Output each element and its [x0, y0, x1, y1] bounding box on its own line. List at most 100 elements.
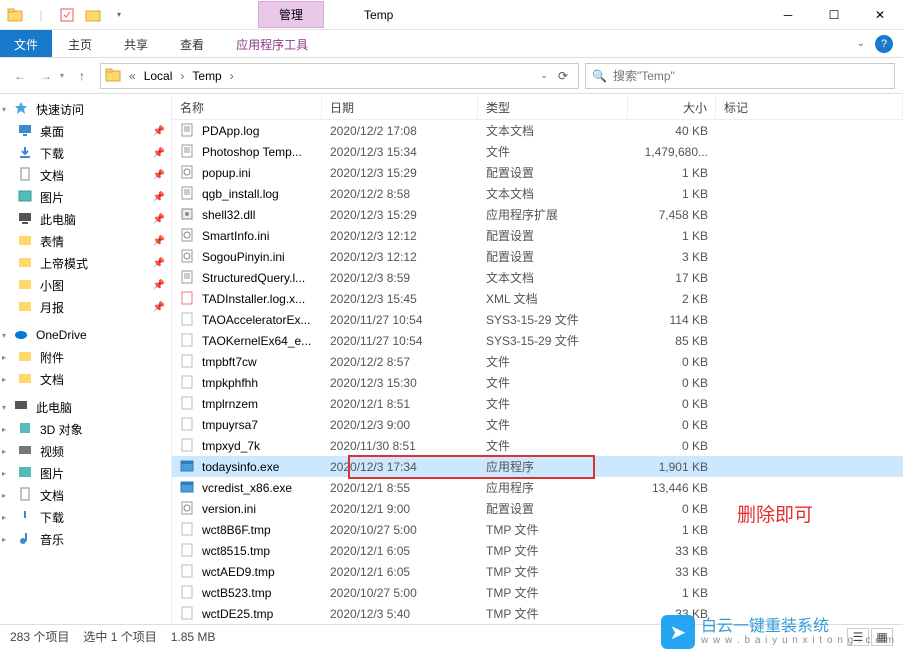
breadcrumb-sep[interactable]: «	[125, 69, 140, 83]
file-date: 2020/12/3 12:12	[322, 229, 478, 243]
col-date[interactable]: 日期	[322, 94, 478, 119]
sidebar-item-downloads[interactable]: 下载📌	[0, 142, 171, 164]
folder-icon	[18, 299, 34, 315]
view-details-button[interactable]: ☰	[847, 628, 869, 646]
table-row[interactable]: TAOKernelEx64_e...2020/11/27 10:54SYS3-1…	[172, 330, 903, 351]
new-folder-icon[interactable]	[84, 6, 102, 24]
col-tag[interactable]: 标记	[716, 94, 903, 119]
sidebar-item-documents[interactable]: 文档📌	[0, 164, 171, 186]
file-date: 2020/12/1 8:55	[322, 481, 478, 495]
file-date: 2020/12/1 6:05	[322, 565, 478, 579]
tab-file[interactable]: 文件	[0, 30, 52, 57]
breadcrumb-sep[interactable]: ›	[176, 69, 188, 83]
chevron-down-icon: ▾	[2, 331, 6, 340]
table-row[interactable]: tmpxyd_7k2020/11/30 8:51文件0 KB	[172, 435, 903, 456]
properties-icon[interactable]	[58, 6, 76, 24]
sidebar-item-biaoqing[interactable]: 表情📌	[0, 230, 171, 252]
table-row[interactable]: PDApp.log2020/12/2 17:08文本文档40 KB	[172, 120, 903, 141]
table-row[interactable]: StructuredQuery.l...2020/12/3 8:59文本文档17…	[172, 267, 903, 288]
sidebar-item-fujian[interactable]: ▸附件	[0, 346, 171, 368]
sidebar-item-music[interactable]: ▸音乐	[0, 528, 171, 550]
sidebar-item-downloads2[interactable]: ▸下载	[0, 506, 171, 528]
nav-back-button[interactable]: ←	[8, 64, 32, 88]
table-row[interactable]: tmpuyrsa72020/12/3 9:00文件0 KB	[172, 414, 903, 435]
sidebar-item-label: 此电脑	[40, 211, 76, 228]
sidebar-item-xiaotu[interactable]: 小图📌	[0, 274, 171, 296]
nav-up-button[interactable]: ↑	[70, 64, 94, 88]
file-size: 0 KB	[628, 502, 716, 516]
nav-history-dropdown[interactable]: ▾	[60, 71, 64, 80]
col-size[interactable]: 大小	[628, 94, 716, 119]
sidebar-item-3dobjects[interactable]: ▸3D 对象	[0, 418, 171, 440]
tab-app-tools[interactable]: 应用程序工具	[220, 30, 324, 57]
folder-icon	[18, 371, 34, 387]
sidebar-item-yuebao[interactable]: 月报📌	[0, 296, 171, 318]
file-size: 33 KB	[628, 607, 716, 621]
tab-share[interactable]: 共享	[108, 30, 164, 57]
breadcrumb-dropdown-icon[interactable]: ⌄	[540, 70, 548, 81]
close-button[interactable]: ✕	[857, 0, 903, 30]
table-row[interactable]: wct8515.tmp2020/12/1 6:05TMP 文件33 KB	[172, 540, 903, 561]
table-row[interactable]: wctDE25.tmp2020/12/3 5:40TMP 文件33 KB	[172, 603, 903, 624]
table-row[interactable]: popup.ini2020/12/3 15:29配置设置1 KB	[172, 162, 903, 183]
table-row[interactable]: SogouPinyin.ini2020/12/3 12:12配置设置3 KB	[172, 246, 903, 267]
file-size: 7,458 KB	[628, 208, 716, 222]
table-row[interactable]: todaysinfo.exe2020/12/3 17:34应用程序1,901 K…	[172, 456, 903, 477]
sidebar-item-thispc[interactable]: 此电脑📌	[0, 208, 171, 230]
sidebar-item-videos[interactable]: ▸视频	[0, 440, 171, 462]
sidebar-item-desktop[interactable]: 桌面📌	[0, 120, 171, 142]
table-row[interactable]: qgb_install.log2020/12/2 8:58文本文档1 KB	[172, 183, 903, 204]
breadcrumb-item[interactable]: Local	[142, 69, 175, 83]
tab-home[interactable]: 主页	[52, 30, 108, 57]
nav-forward-button[interactable]: →	[34, 64, 58, 88]
sidebar-item-documents2[interactable]: ▸文档	[0, 484, 171, 506]
sidebar-item-label: 图片	[40, 465, 64, 482]
tab-view[interactable]: 查看	[164, 30, 220, 57]
table-row[interactable]: SmartInfo.ini2020/12/3 12:12配置设置1 KB	[172, 225, 903, 246]
file-type: 文件	[478, 395, 628, 412]
refresh-icon[interactable]: ⟳	[552, 69, 574, 83]
sidebar-quick-access[interactable]: ▾ 快速访问	[0, 98, 171, 120]
file-type: 应用程序扩展	[478, 206, 628, 223]
table-row[interactable]: wctAED9.tmp2020/12/1 6:05TMP 文件33 KB	[172, 561, 903, 582]
maximize-button[interactable]: ☐	[811, 0, 857, 30]
file-size: 1 KB	[628, 523, 716, 537]
col-type[interactable]: 类型	[478, 94, 628, 119]
pin-icon: 📌	[153, 170, 165, 181]
file-name: tmpbft7cw	[202, 355, 257, 369]
table-row[interactable]: vcredist_x86.exe2020/12/1 8:55应用程序13,446…	[172, 477, 903, 498]
file-date: 2020/12/3 17:34	[322, 460, 478, 474]
minimize-button[interactable]: ─	[765, 0, 811, 30]
breadcrumb[interactable]: « Local › Temp › ⌄ ⟳	[100, 63, 579, 89]
breadcrumb-sep[interactable]: ›	[226, 69, 238, 83]
file-name: Photoshop Temp...	[202, 145, 302, 159]
table-row[interactable]: TADInstaller.log.x...2020/12/3 15:45XML …	[172, 288, 903, 309]
table-row[interactable]: TAOAcceleratorEx...2020/11/27 10:54SYS3-…	[172, 309, 903, 330]
help-icon[interactable]: ?	[875, 35, 893, 53]
table-row[interactable]: wct8B6F.tmp2020/10/27 5:00TMP 文件1 KB	[172, 519, 903, 540]
table-row[interactable]: version.ini2020/12/1 9:00配置设置0 KB	[172, 498, 903, 519]
sidebar-item-pictures[interactable]: 图片📌	[0, 186, 171, 208]
table-row[interactable]: tmplrnzem2020/12/1 8:51文件0 KB	[172, 393, 903, 414]
col-name[interactable]: 名称	[172, 94, 322, 119]
table-row[interactable]: Photoshop Temp...2020/12/3 15:34文件1,479,…	[172, 141, 903, 162]
ribbon-expand-icon[interactable]: ⌄	[857, 38, 865, 49]
sidebar-onedrive[interactable]: ▾OneDrive	[0, 324, 171, 346]
qat-dropdown-icon[interactable]: ▾	[110, 6, 128, 24]
table-row[interactable]: shell32.dll2020/12/3 15:29应用程序扩展7,458 KB	[172, 204, 903, 225]
view-icons-button[interactable]: ▦	[871, 628, 893, 646]
search-input[interactable]	[613, 69, 888, 83]
file-name: todaysinfo.exe	[202, 460, 279, 474]
sidebar-item-pictures2[interactable]: ▸图片	[0, 462, 171, 484]
breadcrumb-item[interactable]: Temp	[190, 69, 223, 83]
download-icon	[18, 509, 34, 525]
table-row[interactable]: tmpkphfhh2020/12/3 15:30文件0 KB	[172, 372, 903, 393]
star-icon	[14, 101, 30, 117]
sidebar-item-wendang[interactable]: ▸文档	[0, 368, 171, 390]
sidebar-item-shangdi[interactable]: 上帝模式📌	[0, 252, 171, 274]
table-row[interactable]: wctB523.tmp2020/10/27 5:00TMP 文件1 KB	[172, 582, 903, 603]
search-box[interactable]: 🔍	[585, 63, 895, 89]
sidebar-thispc[interactable]: ▾此电脑	[0, 396, 171, 418]
table-row[interactable]: tmpbft7cw2020/12/2 8:57文件0 KB	[172, 351, 903, 372]
folder-icon	[18, 349, 34, 365]
